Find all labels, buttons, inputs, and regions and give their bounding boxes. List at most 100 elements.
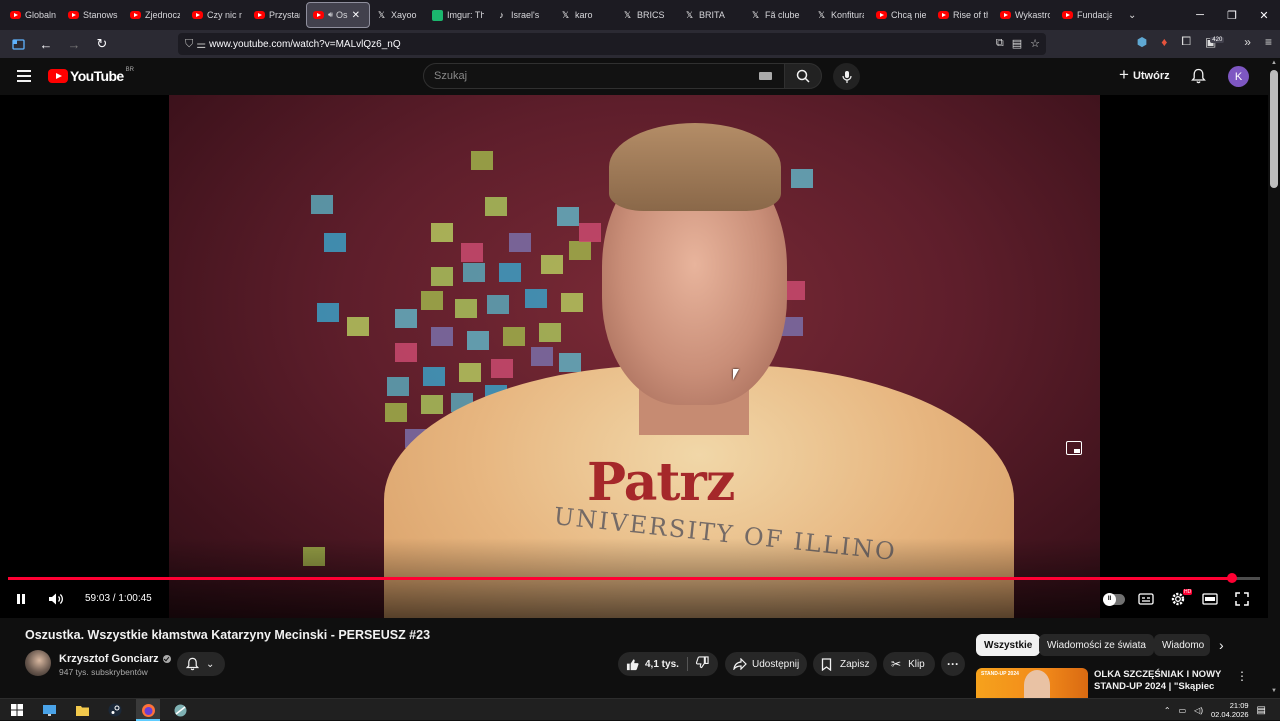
browser-tab[interactable]: Imgur: Th <box>426 2 490 28</box>
chevron-right-icon[interactable]: › <box>1219 637 1224 653</box>
picture-in-picture-icon[interactable]: ⧉ <box>996 37 1004 50</box>
extension-shield-icon[interactable]: ⬢ <box>1137 35 1147 49</box>
search-button[interactable] <box>784 63 822 89</box>
browser-tab[interactable]: 𝕏 BRICS <box>616 2 678 28</box>
autoplay-toggle[interactable] <box>1103 593 1125 606</box>
forward-icon[interactable]: → <box>62 32 86 56</box>
miniplayer-icon[interactable] <box>1066 441 1082 455</box>
sticky-note <box>459 363 481 382</box>
person-hair <box>609 123 781 211</box>
guide-menu-icon[interactable] <box>17 70 31 82</box>
address-bar[interactable]: ⛉ ⚌ www.youtube.com/watch?v=MALvlQz6_nQ … <box>178 33 1046 55</box>
reload-icon[interactable]: ↻ <box>90 32 114 56</box>
sidebar-toggle-icon[interactable] <box>6 32 30 56</box>
browser-tab[interactable]: 🔊︎ Os ✕ <box>306 2 370 28</box>
minimize-icon[interactable]: ─ <box>1184 0 1216 30</box>
restore-icon[interactable]: ❐ <box>1216 0 1248 30</box>
browser-tab[interactable]: 𝕏 Fã clube <box>744 2 810 28</box>
browser-tab[interactable]: 𝕏 Xayoo <box>370 2 426 28</box>
steam-icon[interactable] <box>107 702 123 718</box>
clock[interactable]: 21:09 02.04.2026 <box>1211 701 1249 719</box>
notifications-tray-icon[interactable]: ▤ <box>1257 705 1266 716</box>
browser-tab[interactable]: Wykastro <box>994 2 1056 28</box>
browser-tab[interactable]: Czy nic n <box>186 2 248 28</box>
scroll-down-icon[interactable]: ▼ <box>1271 688 1277 694</box>
menu-icon[interactable]: ≡ <box>1265 35 1272 49</box>
back-icon[interactable]: ← <box>34 32 58 56</box>
tab-audio-icon[interactable]: 🔊︎ <box>328 10 333 20</box>
browser-tab[interactable]: Chcą niel <box>870 2 932 28</box>
browser-tab[interactable]: Fundacja <box>1056 2 1118 28</box>
browser-tab[interactable]: 𝕏 BRITA <box>678 2 744 28</box>
network-icon[interactable]: ▭ <box>1179 706 1187 715</box>
browser-tab[interactable]: Stanowsk <box>62 2 124 28</box>
theater-mode-button[interactable] <box>1201 589 1219 609</box>
voice-search-button[interactable] <box>833 63 860 90</box>
reader-view-icon[interactable]: ▤ <box>1012 37 1022 50</box>
permissions-icon[interactable]: ⚌ <box>196 38 206 51</box>
browser-tab[interactable]: 𝕏 Konfitura <box>810 2 870 28</box>
display-settings-icon[interactable] <box>41 702 57 718</box>
sticky-note <box>395 309 417 328</box>
more-actions-button[interactable]: ··· <box>941 652 965 676</box>
channel-name[interactable]: Krzysztof Gonciarz <box>59 653 159 665</box>
sticky-note <box>431 223 453 242</box>
browser-tab[interactable]: ♪ Israel's <box>490 2 554 28</box>
tab-list-dropdown-icon[interactable]: ⌄ <box>1128 10 1136 21</box>
firefox-icon[interactable] <box>140 702 156 718</box>
sticky-note <box>455 299 477 318</box>
like-count: 4,1 tys. <box>645 658 679 670</box>
chip-world-news[interactable]: Wiadomości ze świata <box>1039 634 1154 656</box>
tab-close-icon[interactable]: ✕ <box>352 10 360 21</box>
scrollbar-thumb[interactable] <box>1270 70 1278 188</box>
scroll-up-icon[interactable]: ▲ <box>1271 60 1277 66</box>
browser-tab[interactable]: 𝕏karo <box>554 2 616 28</box>
overflow-chevron-icon[interactable]: » <box>1244 35 1251 49</box>
extension-fox-icon[interactable]: ♦ <box>1161 35 1167 49</box>
sticky-note <box>541 255 563 274</box>
video-player[interactable]: Patrz UNIVERSITY OF ILLINO 59:03 / 1:00:… <box>0 95 1268 618</box>
browser-tab[interactable]: Zjednocz <box>124 2 186 28</box>
close-window-icon[interactable]: ✕ <box>1248 0 1280 30</box>
pause-button[interactable] <box>14 589 28 609</box>
channel-name-row[interactable]: Krzysztof Gonciarz <box>59 653 171 665</box>
share-button[interactable]: Udostępnij <box>725 652 807 676</box>
clip-button[interactable]: ✂ Klip <box>883 652 935 676</box>
create-button[interactable]: + Utwórz <box>1119 65 1170 86</box>
recommendation-thumbnail[interactable]: STAND-UP 2024 <box>976 668 1088 698</box>
notifications-button[interactable] <box>1191 68 1206 89</box>
extensions-puzzle-icon[interactable]: ⧠ <box>1181 34 1191 49</box>
save-button[interactable]: Zapisz <box>813 652 877 676</box>
browser-tab[interactable]: Rise of th <box>932 2 994 28</box>
search-input[interactable] <box>424 64 744 88</box>
file-explorer-icon[interactable] <box>74 702 90 718</box>
subtitles-button[interactable] <box>1137 589 1155 609</box>
bookmark-star-icon[interactable]: ☆ <box>1030 37 1040 50</box>
page-scrollbar[interactable]: ▲ ▼ <box>1268 58 1280 698</box>
fullscreen-button[interactable] <box>1233 589 1251 609</box>
tab-label: Fã clube <box>765 10 800 20</box>
progress-bar[interactable] <box>8 573 1260 583</box>
logo-wordmark: YouTube <box>70 68 124 84</box>
mute-button[interactable] <box>47 589 65 609</box>
youtube-logo[interactable]: YouTube BR <box>48 67 134 84</box>
fullscreen-icon <box>1235 592 1249 606</box>
notification-bell-button[interactable]: ⌄ <box>177 652 225 676</box>
tray-chevron-up-icon[interactable]: ⌃ <box>1164 706 1171 715</box>
windows-start-icon[interactable] <box>9 702 25 718</box>
channel-avatar[interactable] <box>25 650 51 676</box>
url-text[interactable]: www.youtube.com/watch?v=MALvlQz6_nQ <box>209 39 400 50</box>
chip-news[interactable]: Wiadomo <box>1154 634 1210 656</box>
account-avatar[interactable]: K <box>1228 66 1249 87</box>
shield-icon[interactable]: ⛉ <box>185 38 193 51</box>
keyboard-icon[interactable] <box>759 72 772 80</box>
browser-tab[interactable]: Globalne <box>4 2 62 28</box>
more-vertical-icon[interactable]: ⋮ <box>1236 669 1248 683</box>
volume-tray-icon[interactable]: ◁) <box>1194 706 1203 715</box>
app-icon[interactable] <box>172 702 188 718</box>
ublock-icon[interactable]: ▣420 <box>1205 35 1230 49</box>
browser-tab[interactable]: Przystane <box>248 2 306 28</box>
like-button[interactable]: 4,1 tys. <box>626 658 679 671</box>
dislike-button[interactable] <box>695 656 709 672</box>
chip-all[interactable]: Wszystkie <box>976 634 1041 656</box>
